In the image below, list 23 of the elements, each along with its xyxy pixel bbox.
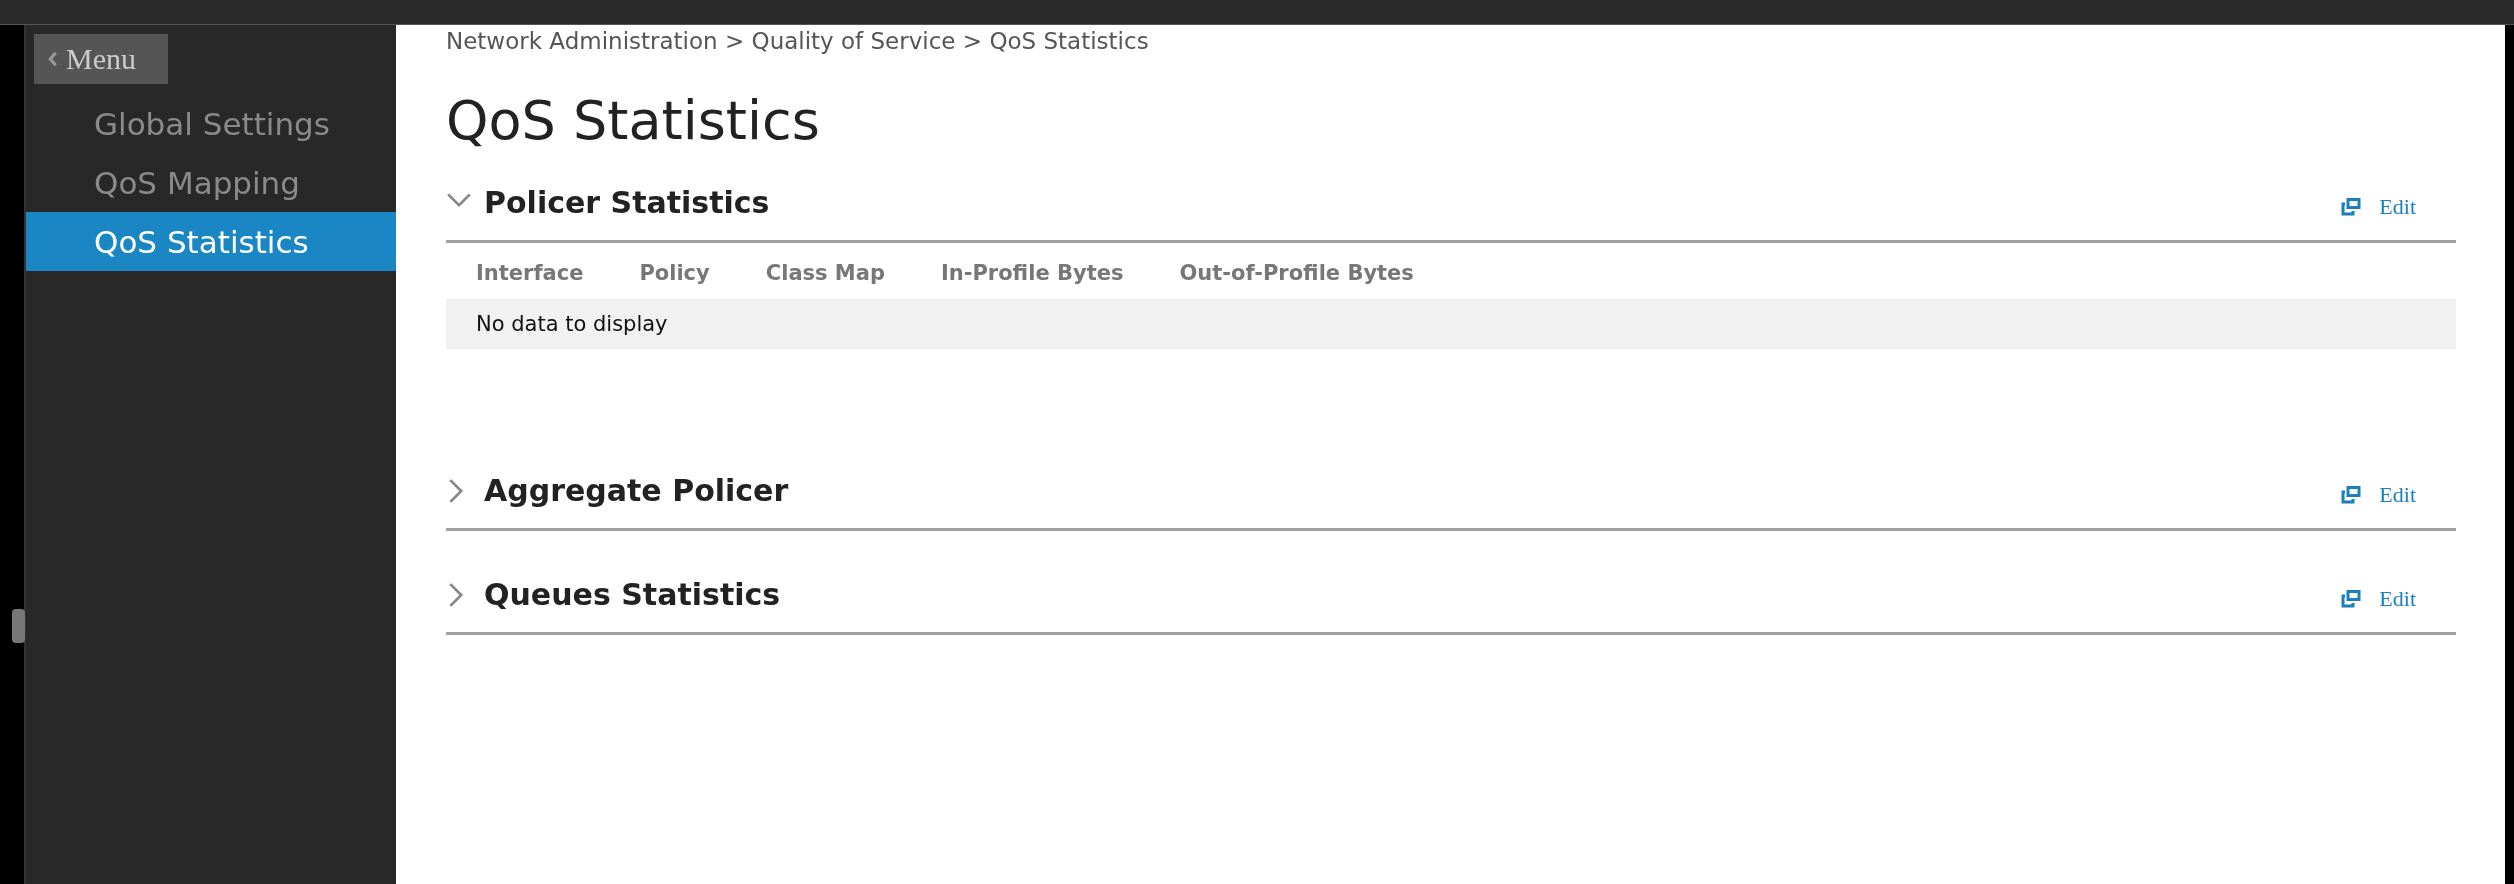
section-toggle[interactable]: Queues Statistics	[446, 577, 781, 612]
chevron-left-icon	[48, 51, 58, 67]
edit-link[interactable]: Edit	[2379, 482, 2416, 508]
edit-link[interactable]: Edit	[2379, 194, 2416, 220]
menu-button[interactable]: Menu	[34, 34, 168, 84]
empty-message: No data to display	[446, 299, 2456, 349]
edit-link[interactable]: Edit	[2379, 586, 2416, 612]
column-header[interactable]: Out-of-Profile Bytes	[1151, 243, 2456, 299]
windows-icon[interactable]	[2341, 486, 2362, 504]
sidebar-item[interactable]: QoS Statistics	[26, 212, 396, 271]
scrollbar-handle[interactable]	[12, 609, 25, 643]
sidebar-item[interactable]: QoS Mapping	[26, 153, 396, 212]
column-header[interactable]: In-Profile Bytes	[912, 243, 1152, 299]
column-header[interactable]: Class Map	[737, 243, 913, 299]
column-header[interactable]: Policy	[611, 243, 738, 299]
sidebar-item[interactable]: Global Settings	[26, 94, 396, 153]
windows-icon[interactable]	[2341, 198, 2362, 216]
section-toggle[interactable]: Policer Statistics	[446, 185, 770, 220]
breadcrumb: Network Administration > Quality of Service > QoS Statistics	[446, 27, 1150, 56]
column-header[interactable]: Interface	[446, 243, 612, 299]
section-toggle[interactable]: Aggregate Policer	[446, 473, 789, 508]
page-title: QoS Statistics	[446, 88, 821, 154]
windows-icon[interactable]	[2341, 590, 2362, 608]
